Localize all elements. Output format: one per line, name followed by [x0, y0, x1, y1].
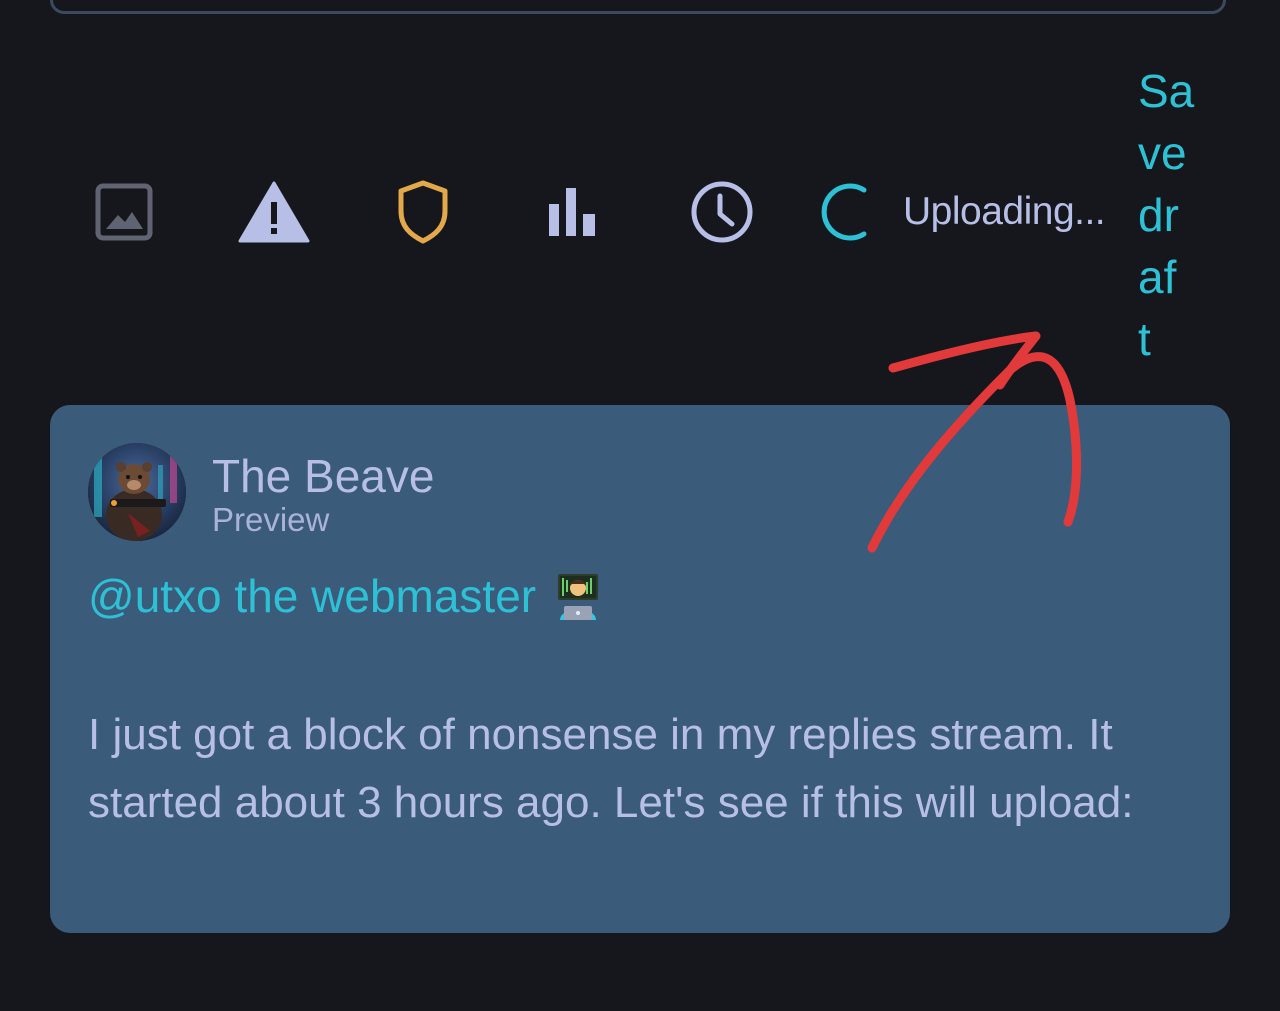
- shield-icon: [398, 180, 448, 244]
- save-draft-label-part: ve: [1138, 127, 1187, 179]
- technologist-emoji: [552, 570, 604, 622]
- post-body-paragraph: I just got a block of nonsense in my rep…: [88, 710, 1134, 827]
- author-name: The Beave: [212, 450, 435, 502]
- preview-label: Preview: [212, 501, 330, 538]
- schedule-post-button[interactable]: [682, 172, 762, 252]
- avatar[interactable]: [88, 443, 186, 541]
- post-body-text: I just got a block of nonsense in my rep…: [88, 701, 1188, 837]
- avatar-image: [88, 443, 186, 541]
- visibility-shield-button[interactable]: [383, 172, 463, 252]
- clock-icon: [691, 181, 753, 243]
- save-draft-button[interactable]: Sa ve dr af t: [1138, 60, 1208, 370]
- save-draft-label-part: Sa: [1138, 65, 1195, 117]
- add-poll-button[interactable]: [533, 172, 613, 252]
- post-editor-textarea[interactable]: [50, 0, 1226, 14]
- save-draft-label-part: af: [1138, 251, 1177, 303]
- upload-progress-spinner: [806, 172, 886, 252]
- loading-spinner-icon: [821, 183, 867, 241]
- compose-toolbar: Uploading...: [0, 150, 1280, 280]
- image-icon: [95, 183, 153, 241]
- mention-link[interactable]: @utxo the webmaster: [88, 569, 536, 623]
- save-draft-label-part: dr: [1138, 189, 1179, 241]
- compose-screen: Uploading... Sa ve dr af t The Beave Pre…: [0, 0, 1280, 1011]
- warning-icon: [238, 181, 310, 243]
- post-first-line: @utxo the webmaster: [88, 569, 604, 623]
- post-preview-card: The Beave Preview @utxo the webmaster I …: [50, 405, 1230, 933]
- content-warning-button[interactable]: [234, 172, 314, 252]
- insert-image-button[interactable]: [84, 172, 164, 252]
- poll-icon: [549, 188, 595, 236]
- save-draft-label-part: t: [1138, 313, 1151, 365]
- upload-status-text: Uploading...: [903, 190, 1106, 233]
